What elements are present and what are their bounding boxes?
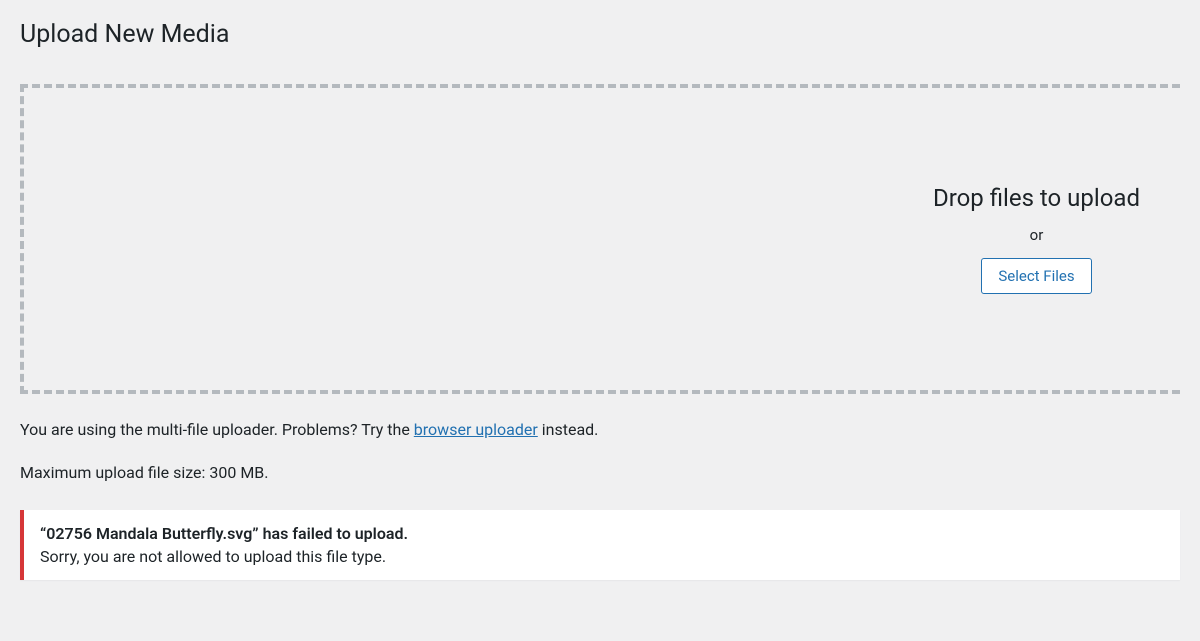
error-title: “02756 Mandala Butterfly.svg” has failed…	[40, 524, 1164, 543]
uploader-info-text: You are using the multi-file uploader. P…	[20, 419, 1180, 441]
dropzone-content: Drop files to upload or Select Files	[933, 184, 1140, 294]
error-message: Sorry, you are not allowed to upload thi…	[40, 547, 1164, 566]
page-title: Upload New Media	[20, 20, 1180, 49]
dropzone-or-label: or	[933, 226, 1140, 244]
browser-uploader-link[interactable]: browser uploader	[414, 420, 538, 439]
error-notice: “02756 Mandala Butterfly.svg” has failed…	[20, 510, 1180, 580]
max-upload-size: Maximum upload file size: 300 MB.	[20, 463, 1180, 482]
uploader-info-prefix: You are using the multi-file uploader. P…	[20, 420, 414, 439]
upload-dropzone[interactable]: Drop files to upload or Select Files	[20, 84, 1180, 394]
dropzone-heading: Drop files to upload	[933, 184, 1140, 212]
uploader-info-suffix: instead.	[538, 420, 599, 439]
select-files-button[interactable]: Select Files	[981, 258, 1091, 294]
